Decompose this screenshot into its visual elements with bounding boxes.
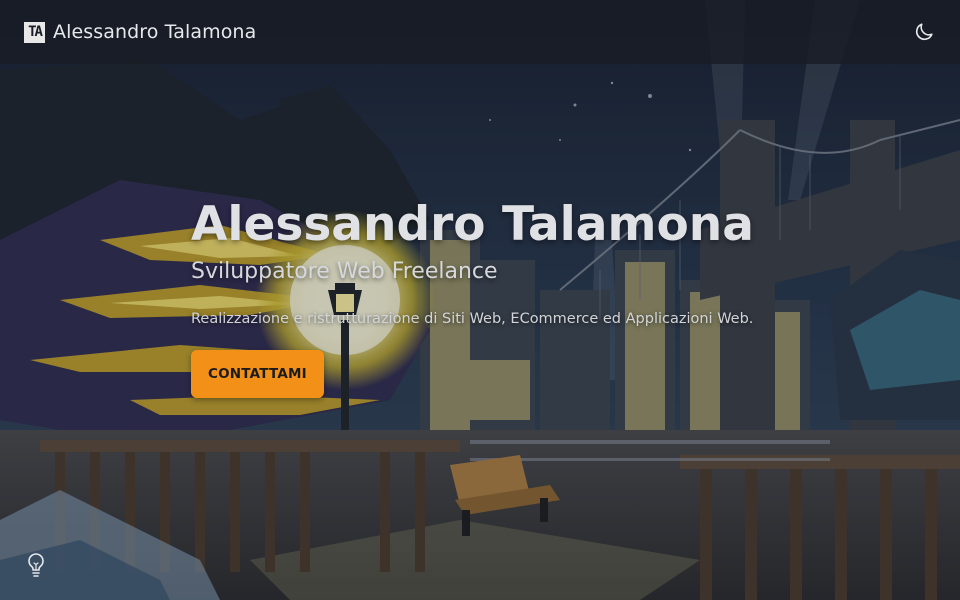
moon-icon	[915, 23, 933, 41]
logo: TA	[24, 21, 45, 43]
hint-button[interactable]	[24, 551, 48, 579]
navbar: TA Alessandro Talamona	[0, 0, 960, 64]
hero-section: Alessandro Talamona Sviluppatore Web Fre…	[191, 196, 811, 398]
brand-link[interactable]: TA Alessandro Talamona	[24, 21, 256, 43]
hero-subtitle: Sviluppatore Web Freelance	[191, 259, 498, 284]
brand-name: Alessandro Talamona	[53, 21, 257, 43]
contact-button[interactable]: CONTATTAMI	[191, 350, 324, 398]
lightbulb-icon	[28, 553, 44, 577]
hero-description: Realizzazione e ristrutturazione di Siti…	[191, 311, 754, 327]
hero-title: Alessandro Talamona	[191, 197, 754, 252]
theme-toggle-button[interactable]	[912, 20, 936, 44]
